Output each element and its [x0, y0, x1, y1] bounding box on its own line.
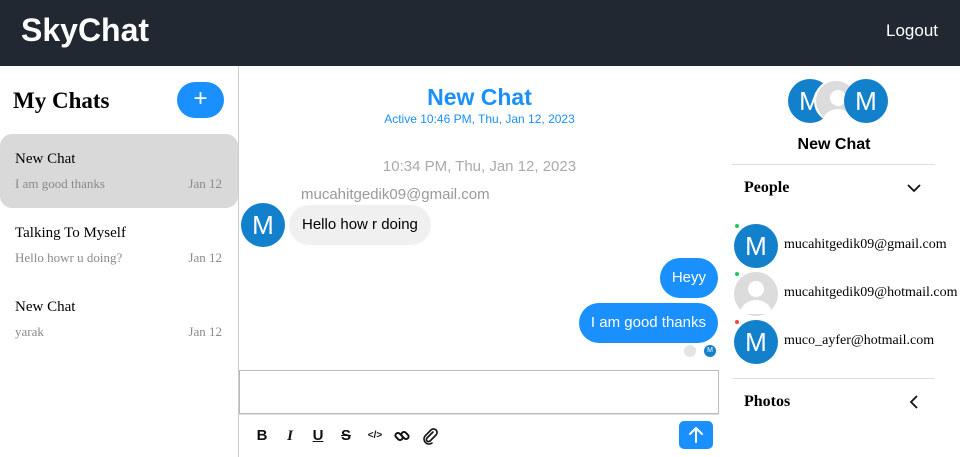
read-receipts: M	[684, 345, 716, 357]
new-chat-button[interactable]: +	[177, 82, 224, 118]
chat-list-panel: My Chats + New Chat I am good thanks Jan…	[0, 66, 239, 457]
chat-activity-status: Active 10:46 PM, Thu, Jan 12, 2023	[384, 112, 575, 126]
person-email: muco_ayfer@hotmail.com	[784, 333, 935, 348]
chat-card-title: New Chat	[15, 151, 76, 167]
chat-card-title: Talking To Myself	[15, 225, 126, 241]
bold-icon[interactable]: B	[253, 427, 271, 445]
brand-logo: SkyChat	[21, 12, 150, 48]
chat-card-date: Jan 12	[188, 176, 222, 191]
arrow-up-icon	[689, 427, 703, 443]
divider	[732, 164, 935, 165]
message-sender: mucahitgedik09@gmail.com	[301, 186, 490, 203]
offline-status-dot	[735, 320, 739, 324]
message-timestamp: 10:34 PM, Thu, Jan 12, 2023	[382, 158, 577, 175]
chat-title: New Chat	[427, 84, 532, 110]
default-avatar-icon	[734, 272, 778, 316]
top-bar: SkyChat Logout	[0, 0, 960, 66]
outgoing-message: I am good thanks	[578, 303, 718, 343]
attachment-icon[interactable]	[421, 427, 439, 445]
read-receipt-avatar: M	[704, 345, 716, 357]
chat-feed: New Chat Active 10:46 PM, Thu, Jan 12, 2…	[239, 66, 720, 457]
italic-icon[interactable]: I	[281, 427, 299, 445]
logout-button[interactable]: Logout	[886, 21, 938, 41]
chevron-left-icon[interactable]	[905, 393, 923, 411]
people-section-label[interactable]: People	[744, 179, 789, 197]
chevron-down-icon[interactable]	[905, 179, 923, 197]
settings-chat-title: New Chat	[797, 136, 871, 153]
chat-card-last-message: yarak	[15, 324, 44, 339]
plus-icon: +	[193, 85, 208, 112]
avatar: M	[734, 224, 778, 268]
chat-card-last-message: I am good thanks	[15, 176, 105, 191]
message-input[interactable]	[239, 370, 719, 414]
chat-card[interactable]: New Chat I am good thanks Jan 12	[0, 134, 238, 208]
incoming-message: Hello how r doing	[289, 205, 431, 245]
underline-icon[interactable]: U	[309, 427, 327, 445]
chat-card-date: Jan 12	[188, 324, 222, 339]
chat-card-last-message: Hello howr u doing?	[15, 250, 123, 265]
chat-settings-panel: M M New Chat People M mucahitgedik09@gma…	[720, 66, 960, 457]
code-icon[interactable]: </>	[365, 427, 385, 445]
online-status-dot	[735, 224, 739, 228]
chat-card-title: New Chat	[15, 299, 76, 315]
default-avatar-icon	[684, 345, 696, 357]
chat-list-title: My Chats	[13, 88, 110, 113]
outgoing-message: Heyy	[659, 258, 718, 298]
photos-section-label[interactable]: Photos	[744, 393, 790, 411]
link-icon[interactable]	[393, 427, 411, 445]
chat-card[interactable]: New Chat yarak Jan 12	[0, 282, 238, 356]
person-row[interactable]: mucahitgedik09@hotmail.com	[734, 272, 960, 316]
online-status-dot	[735, 272, 739, 276]
send-button[interactable]	[679, 421, 713, 449]
avatar: M	[241, 203, 285, 247]
person-email: mucahitgedik09@gmail.com	[784, 237, 947, 252]
person-row[interactable]: M muco_ayfer@hotmail.com	[734, 320, 960, 364]
avatar: M	[734, 320, 778, 364]
strikethrough-icon[interactable]: S	[337, 427, 355, 445]
person-email: mucahitgedik09@hotmail.com	[784, 285, 958, 300]
person-row[interactable]: M mucahitgedik09@gmail.com	[734, 224, 960, 268]
chat-card[interactable]: Talking To Myself Hello howr u doing? Ja…	[0, 208, 238, 282]
editor-toolbar: B I U S </>	[239, 414, 719, 457]
chat-card-date: Jan 12	[188, 250, 222, 265]
avatar: M	[844, 79, 888, 123]
divider	[732, 378, 935, 379]
